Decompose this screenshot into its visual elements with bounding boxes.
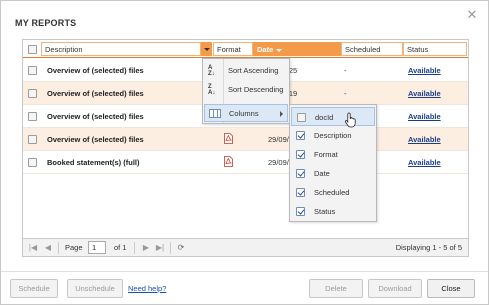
grid-header: Description Format Date Scheduled Status — [23, 40, 468, 58]
column-header-label: Status — [407, 45, 429, 54]
sort-ascending-icon: A Z↓ — [208, 65, 215, 77]
row-checkbox[interactable] — [28, 112, 37, 121]
column-header-label: Scheduled — [345, 45, 381, 54]
row-status-link[interactable]: Available — [408, 158, 441, 167]
column-toggle-label: Scheduled — [314, 188, 350, 197]
row-status-link[interactable]: Available — [408, 135, 441, 144]
sort-descending-icon: Z A↓ — [208, 84, 216, 96]
table-row[interactable]: Booked statement(s) (full) 29/09/14 Avai… — [23, 151, 468, 174]
columns-submenu: docId Description Format Date Scheduled … — [289, 104, 377, 222]
column-checkbox[interactable] — [296, 150, 305, 159]
pdf-icon — [224, 133, 233, 144]
my-reports-dialog: MY REPORTS ✕ Description Format Date Sch… — [0, 0, 489, 305]
row-checkbox[interactable] — [28, 66, 37, 75]
select-all-checkbox[interactable] — [28, 45, 37, 54]
column-header-label: Description — [45, 45, 83, 54]
column-menu-trigger[interactable] — [201, 42, 212, 56]
pagination-bar: |◀ ◀ Page 1 of 1 ▶ ▶| ⟳ Displaying 1 - 5… — [23, 238, 468, 256]
sort-descending-item[interactable]: Z A↓ Sort Descending — [204, 81, 288, 99]
sort-desc-icon — [276, 48, 283, 52]
page-count: of 1 — [114, 243, 127, 252]
displaying-count: Displaying 1 - 5 of 5 — [395, 243, 462, 252]
row-status-link[interactable]: Available — [408, 89, 441, 98]
column-toggle-status[interactable]: Status — [291, 202, 375, 221]
sort-ascending-item[interactable]: A Z↓ Sort Ascending — [204, 62, 288, 80]
column-toggle-format[interactable]: Format — [291, 145, 375, 164]
table-row[interactable]: Overview of (selected) files 29/09/14 Av… — [23, 128, 468, 151]
row-status-link[interactable]: Available — [408, 66, 441, 75]
page-number-input[interactable]: 1 — [88, 241, 106, 254]
submenu-arrow-icon — [280, 111, 283, 117]
close-icon[interactable]: ✕ — [466, 8, 478, 21]
column-toggle-description[interactable]: Description — [291, 126, 375, 145]
column-header-scheduled[interactable]: Scheduled — [341, 42, 403, 56]
column-header-format[interactable]: Format — [213, 42, 253, 56]
row-description: Overview of (selected) files — [47, 66, 144, 75]
row-checkbox[interactable] — [28, 89, 37, 98]
column-toggle-label: Description — [314, 131, 352, 140]
row-description: Overview of (selected) files — [47, 112, 144, 121]
column-toggle-date[interactable]: Date — [291, 164, 375, 183]
menu-item-label: Columns — [229, 109, 259, 118]
column-toggle-label: Format — [314, 150, 338, 159]
row-scheduled: - — [344, 89, 347, 98]
column-header-label: Format — [217, 45, 241, 54]
column-header-description[interactable]: Description — [41, 42, 201, 56]
next-page-icon[interactable]: ▶ — [140, 242, 152, 254]
row-description: Overview of (selected) files — [47, 89, 144, 98]
column-toggle-label: Status — [314, 207, 336, 216]
schedule-button[interactable]: Schedule — [10, 279, 58, 298]
pdf-icon — [224, 156, 233, 167]
menu-item-label: Sort Ascending — [228, 66, 279, 75]
column-header-date[interactable]: Date — [253, 42, 341, 56]
last-page-icon[interactable]: ▶| — [154, 242, 166, 254]
columns-item[interactable]: Columns — [204, 104, 288, 122]
page-label: Page — [65, 243, 83, 252]
help-link[interactable]: Need help? — [128, 284, 166, 293]
prev-page-icon[interactable]: ◀ — [42, 242, 54, 254]
dialog-title: MY REPORTS — [15, 18, 77, 28]
row-checkbox[interactable] — [28, 135, 37, 144]
column-checkbox[interactable] — [296, 169, 305, 178]
delete-button[interactable]: Delete — [309, 279, 363, 298]
close-button[interactable]: Close — [427, 279, 475, 298]
column-header-status[interactable]: Status — [403, 42, 467, 56]
column-toggle-label: docId — [315, 113, 334, 122]
column-menu: A Z↓ Sort Ascending Z A↓ Sort Descending C… — [202, 58, 290, 124]
column-checkbox[interactable] — [296, 131, 305, 140]
column-checkbox[interactable] — [296, 188, 305, 197]
row-scheduled: - — [344, 66, 347, 75]
row-description: Booked statement(s) (full) — [47, 158, 140, 167]
unschedule-button[interactable]: Unschedule — [67, 279, 123, 298]
column-toggle-label: Date — [314, 169, 330, 178]
columns-icon — [209, 109, 221, 118]
column-checkbox[interactable] — [296, 207, 305, 216]
row-status-link[interactable]: Available — [408, 112, 441, 121]
refresh-icon[interactable]: ⟳ — [175, 242, 187, 254]
footer-divider — [1, 271, 488, 272]
pager-separator — [170, 242, 171, 254]
column-checkbox[interactable] — [297, 113, 306, 122]
download-button[interactable]: Download — [368, 279, 422, 298]
column-toggle-scheduled[interactable]: Scheduled — [291, 183, 375, 202]
column-header-label: Date — [257, 45, 274, 54]
hand-cursor-icon — [344, 112, 356, 128]
row-checkbox[interactable] — [28, 158, 37, 167]
column-toggle-docid[interactable]: docId — [291, 107, 375, 126]
pager-separator — [134, 242, 135, 254]
menu-item-label: Sort Descending — [228, 85, 284, 94]
pager-separator — [58, 242, 59, 254]
first-page-icon[interactable]: |◀ — [27, 242, 39, 254]
row-description: Overview of (selected) files — [47, 135, 144, 144]
